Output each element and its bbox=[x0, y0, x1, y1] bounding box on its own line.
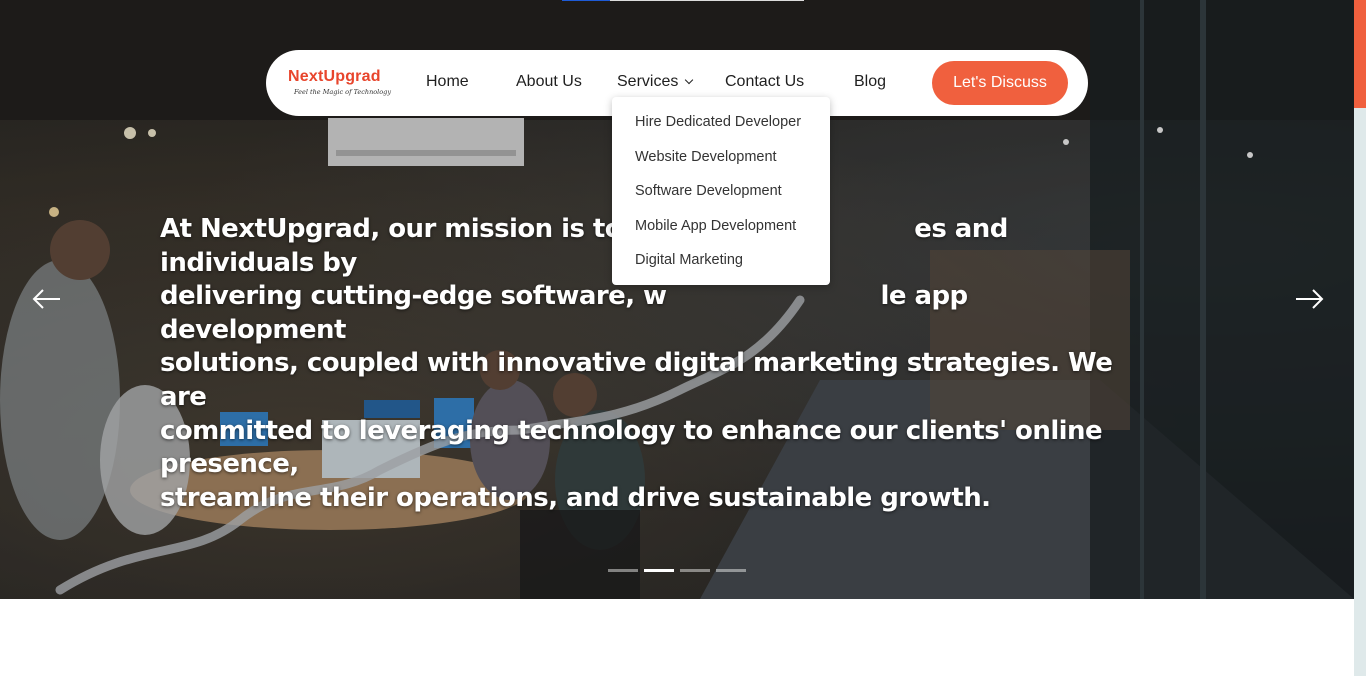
carousel-indicator-4[interactable] bbox=[716, 569, 746, 572]
menu-item-website-development[interactable]: Website Development bbox=[635, 148, 777, 166]
logo-tagline: Feel the Magic of Technology bbox=[294, 88, 391, 96]
nav-blog[interactable]: Blog bbox=[854, 72, 886, 92]
menu-item-software-development[interactable]: Software Development bbox=[635, 182, 782, 200]
page-scrollbar[interactable] bbox=[1354, 0, 1366, 676]
carousel-indicator-1[interactable] bbox=[608, 569, 638, 572]
lets-discuss-button[interactable]: Let's Discuss bbox=[932, 61, 1068, 105]
scrollbar-thumb[interactable] bbox=[1354, 0, 1366, 108]
hero-line1-start: At NextUpgrad, our mission is to em bbox=[160, 214, 675, 244]
carousel-prev-button[interactable] bbox=[32, 287, 62, 311]
top-progress-line bbox=[562, 0, 804, 1]
carousel-next-button[interactable] bbox=[1294, 287, 1324, 311]
hero-line4: committed to leveraging technology to en… bbox=[160, 415, 1103, 480]
arrow-right-icon bbox=[1296, 289, 1324, 309]
nav-services[interactable]: Services bbox=[617, 72, 694, 92]
menu-item-digital-marketing[interactable]: Digital Marketing bbox=[635, 251, 743, 269]
hero-line2-start: delivering cutting-edge software, w bbox=[160, 281, 667, 312]
nav-home[interactable]: Home bbox=[426, 72, 469, 92]
nav-about-us[interactable]: About Us bbox=[516, 72, 582, 92]
carousel-indicator-2[interactable] bbox=[644, 569, 674, 572]
services-dropdown-menu: Hire Dedicated Developer Website Develop… bbox=[612, 97, 830, 285]
hero-line5: streamline their operations, and drive s… bbox=[160, 482, 991, 513]
nav-contact-us[interactable]: Contact Us bbox=[725, 72, 804, 92]
chevron-down-icon bbox=[685, 75, 694, 85]
menu-item-mobile-app-development[interactable]: Mobile App Development bbox=[635, 217, 796, 235]
menu-item-hire-dedicated-developer[interactable]: Hire Dedicated Developer bbox=[635, 113, 801, 131]
arrow-left-icon bbox=[32, 289, 60, 309]
carousel-indicator-3[interactable] bbox=[680, 569, 710, 572]
logo-wordmark: NextUpgrad bbox=[288, 68, 381, 85]
hero-line3: solutions, coupled with innovative digit… bbox=[160, 348, 1113, 412]
brand-logo[interactable]: NextUpgrad Feel the Magic of Technology bbox=[288, 68, 391, 102]
nav-services-label: Services bbox=[617, 73, 679, 90]
